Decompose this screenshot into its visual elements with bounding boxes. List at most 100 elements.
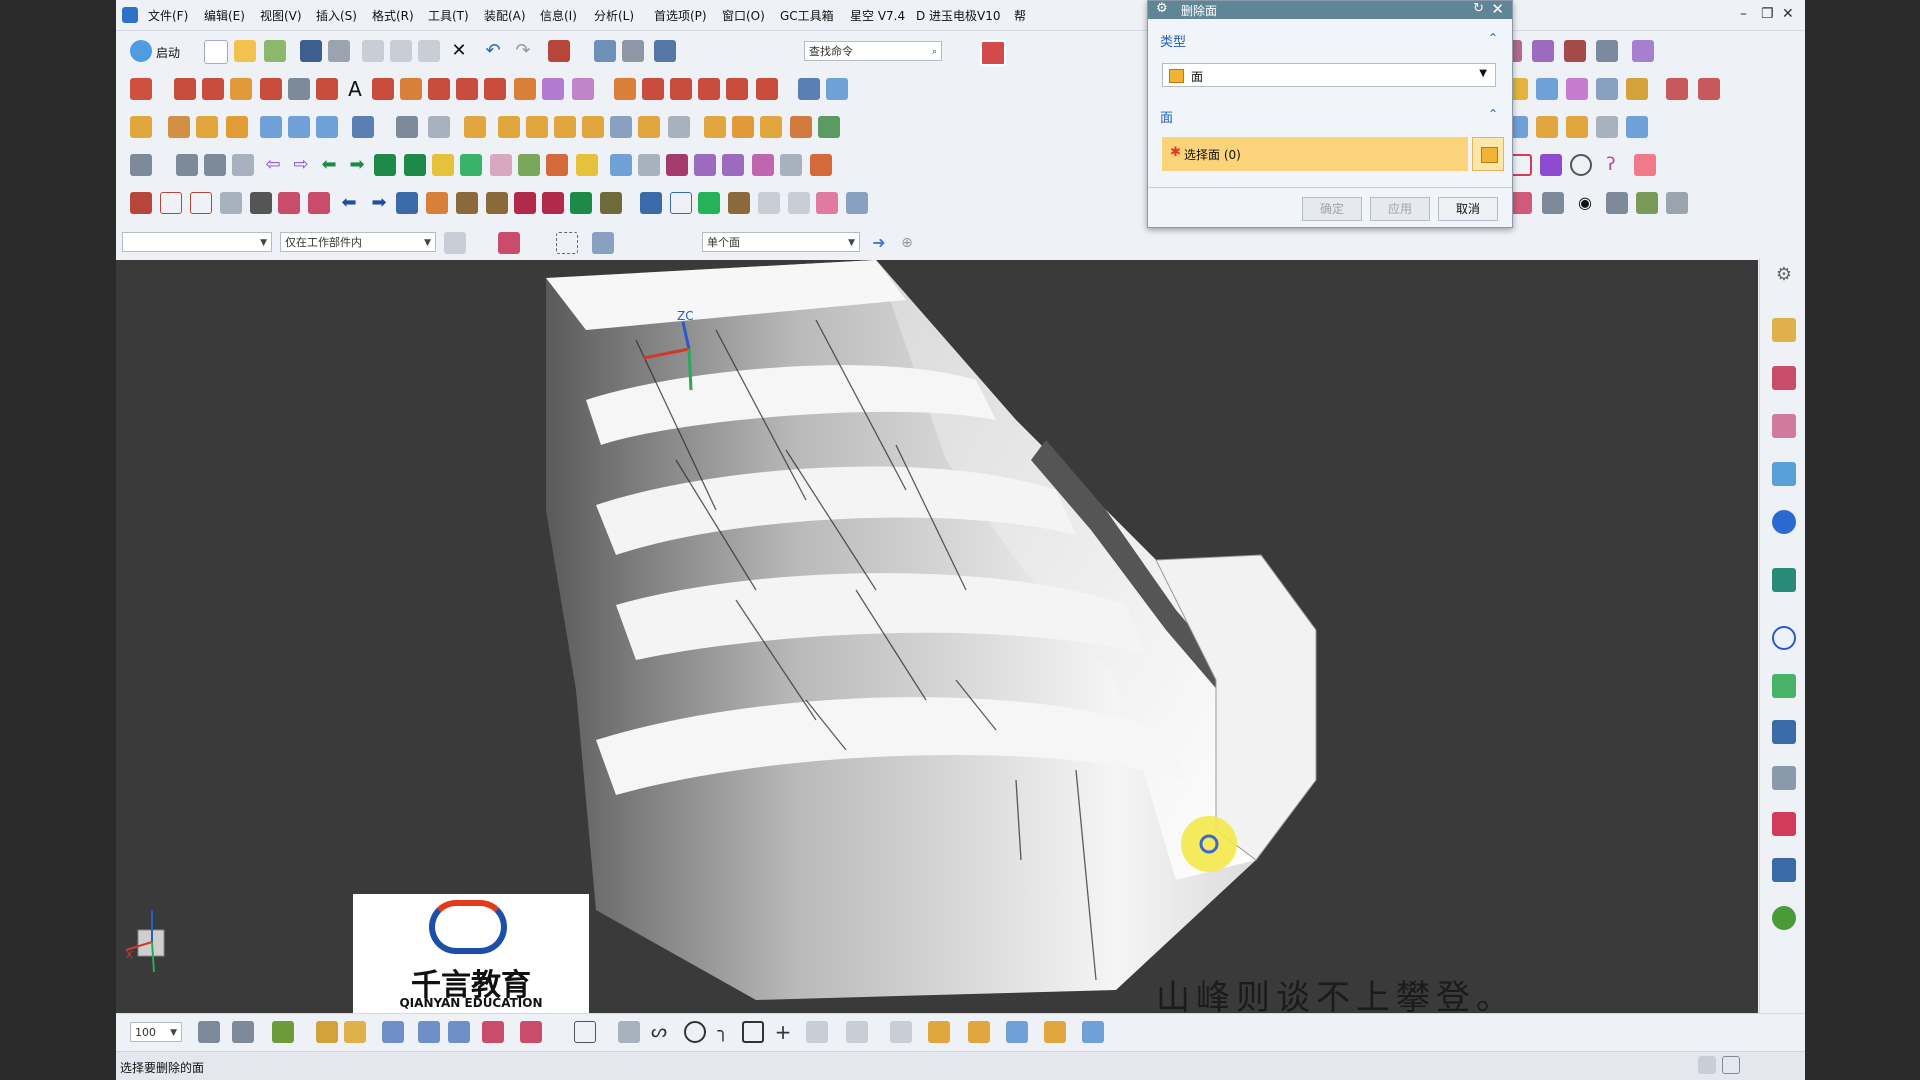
shaded-icon[interactable]	[250, 192, 272, 214]
subtract-icon[interactable]	[638, 116, 660, 138]
assembly-navigator-icon[interactable]	[1772, 366, 1796, 390]
extra-resource-icon[interactable]	[1772, 906, 1796, 930]
frame-icon[interactable]	[190, 192, 212, 214]
close-window-icon[interactable]: ✕	[1782, 6, 1794, 22]
role-icon[interactable]	[1596, 40, 1618, 62]
edit-icon[interactable]	[1666, 192, 1688, 214]
menu-assembly[interactable]: 装配(A)	[484, 7, 526, 24]
paste-icon[interactable]	[418, 40, 440, 62]
dialog-titlebar[interactable]: ⚙ 删除面 ↻ ✕	[1148, 0, 1512, 19]
green-box-left-icon[interactable]	[374, 154, 396, 176]
snap-points-icon[interactable]: ⊕	[896, 232, 918, 254]
menu-format[interactable]: 格式(R)	[372, 7, 414, 24]
wand-icon[interactable]	[1540, 154, 1562, 176]
menu-xingkong[interactable]: 星空 V7.4	[850, 7, 905, 24]
xi-icon[interactable]	[278, 192, 300, 214]
history-icon[interactable]	[1532, 40, 1554, 62]
blue-grid-icon[interactable]	[670, 192, 692, 214]
face-rule-select[interactable]: 单个面 ▼	[702, 232, 860, 252]
helix-icon[interactable]	[288, 78, 310, 100]
menu-analysis[interactable]: 分析(L)	[594, 7, 634, 24]
sync-cut-icon[interactable]	[780, 154, 802, 176]
dialog-settings-icon[interactable]: ⚙	[1156, 1, 1168, 16]
type-select[interactable]: 面 ▼	[1162, 63, 1496, 87]
sphere-icon[interactable]	[1596, 78, 1618, 100]
measure-icon[interactable]	[176, 154, 198, 176]
command-finder-icon[interactable]	[548, 40, 570, 62]
package-icon[interactable]	[846, 192, 868, 214]
mirror-icon[interactable]	[1698, 78, 1720, 100]
extrude-icon[interactable]	[130, 116, 152, 138]
select-face-button[interactable]	[1472, 137, 1504, 171]
block-icon[interactable]	[1626, 78, 1648, 100]
dimension-icon[interactable]	[806, 1021, 828, 1043]
solid-filter-icon[interactable]	[592, 232, 614, 254]
brown-book-icon[interactable]	[728, 192, 750, 214]
process-studio-icon[interactable]	[1772, 720, 1796, 744]
auto-constraint-icon[interactable]	[890, 1021, 912, 1043]
system-materials-icon[interactable]	[1772, 674, 1796, 698]
thread-icon[interactable]	[668, 116, 690, 138]
rotate-icon[interactable]	[426, 192, 448, 214]
show-icon[interactable]	[344, 1021, 366, 1043]
move-face-icon[interactable]	[732, 116, 754, 138]
layer-settings-icon[interactable]	[198, 1021, 220, 1043]
intersect-bottom-icon[interactable]	[1082, 1021, 1104, 1043]
view-orient-icon[interactable]	[382, 1021, 404, 1043]
spline-icon[interactable]	[316, 78, 338, 100]
circle-tool-icon[interactable]	[1570, 154, 1592, 176]
resource-settings-icon[interactable]: ⚙	[1772, 264, 1796, 288]
green-left-icon[interactable]: ⬅	[318, 154, 340, 176]
graphics-viewport[interactable]: ZC X 千言教育 QIANYAN EDUCATION 山峰则谈不上攀登。	[116, 260, 1758, 1013]
green-right-icon[interactable]: ➡	[346, 154, 368, 176]
face-group-collapse-icon[interactable]: ⌃	[1488, 107, 1498, 121]
tube-cut-icon[interactable]	[1510, 192, 1532, 214]
trim-icon[interactable]	[614, 78, 636, 100]
fillet-sketch-icon[interactable]: ╮	[712, 1021, 734, 1043]
grid-snap-icon[interactable]	[482, 1021, 504, 1043]
revolve-icon[interactable]	[168, 116, 190, 138]
part-navigator-icon[interactable]	[1772, 318, 1796, 342]
move-icon[interactable]	[396, 192, 418, 214]
new-icon[interactable]	[204, 40, 228, 64]
view-top-icon[interactable]	[1536, 116, 1558, 138]
list-icon[interactable]	[232, 154, 254, 176]
start-label[interactable]: 启动	[156, 44, 180, 61]
cancel-button[interactable]: 取消	[1438, 197, 1498, 221]
dialog-close-icon[interactable]: ✕	[1491, 0, 1504, 18]
plane-icon[interactable]	[798, 78, 820, 100]
unite-bottom-icon[interactable]	[1006, 1021, 1028, 1043]
web-browser-icon[interactable]	[1772, 510, 1796, 534]
chevron-down-icon[interactable]: ▼	[1479, 68, 1487, 79]
stack2-icon[interactable]	[486, 192, 508, 214]
snap-grid-icon[interactable]	[272, 1021, 294, 1043]
target-icon[interactable]	[1510, 154, 1532, 176]
equalizer-icon[interactable]	[1636, 192, 1658, 214]
snap-icon[interactable]	[594, 40, 616, 62]
fit-view-icon[interactable]	[980, 40, 1006, 66]
manufacturing-wizard-icon[interactable]	[1772, 766, 1796, 790]
datum-icon[interactable]	[826, 78, 848, 100]
history-palette-icon[interactable]	[1772, 568, 1796, 592]
red-node2-icon[interactable]	[542, 192, 564, 214]
menu-window[interactable]: 窗口(O)	[722, 7, 765, 24]
pen-icon[interactable]	[600, 192, 622, 214]
rectangle-icon[interactable]	[260, 78, 282, 100]
polygon-icon[interactable]	[372, 78, 394, 100]
sync-replace-icon[interactable]	[722, 154, 744, 176]
arrow-right-icon[interactable]: ⇨	[290, 154, 312, 176]
brush-icon[interactable]	[518, 154, 540, 176]
eye-icon[interactable]: ◉	[1574, 192, 1596, 214]
revolve-bottom-icon[interactable]	[968, 1021, 990, 1043]
circle-icon[interactable]	[230, 78, 252, 100]
xt-icon[interactable]	[1634, 154, 1656, 176]
info-icon[interactable]	[654, 40, 676, 62]
menu-insert[interactable]: 插入(S)	[316, 7, 357, 24]
flask-icon[interactable]	[1542, 192, 1564, 214]
sketch-plane-icon[interactable]	[574, 1021, 596, 1043]
analysis-icon[interactable]	[204, 154, 226, 176]
menu-preferences[interactable]: 首选项(P)	[654, 7, 707, 24]
electrode-model[interactable]	[546, 260, 1317, 1000]
draft-icon[interactable]	[526, 116, 548, 138]
pink-minus-icon[interactable]	[816, 192, 838, 214]
